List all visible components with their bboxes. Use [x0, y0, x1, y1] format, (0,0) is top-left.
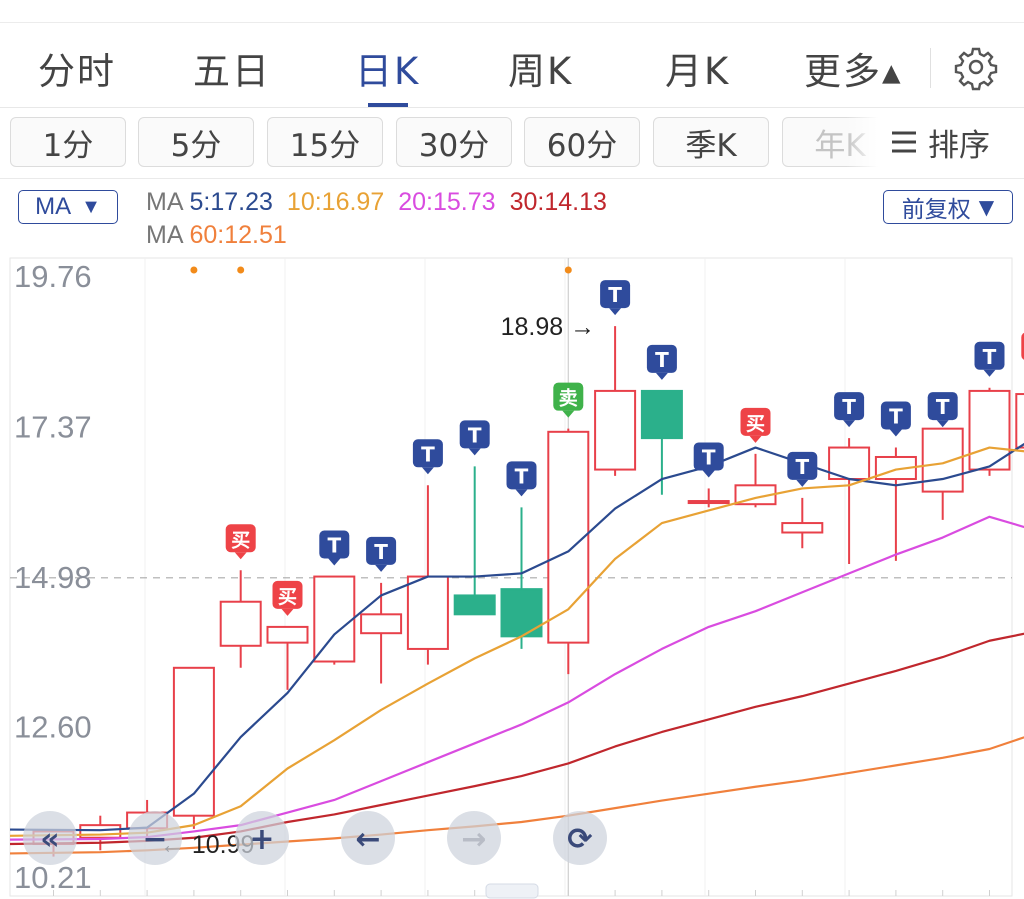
rotate-icon: ⟳ — [567, 822, 592, 857]
marker-label: T — [608, 283, 622, 307]
marker-label: T — [889, 405, 903, 429]
marker-label: 买 — [278, 586, 297, 608]
candle-body — [406, 575, 449, 650]
candle-body — [1015, 393, 1024, 449]
marker-label: T — [983, 345, 997, 369]
marker-label: T — [468, 423, 482, 447]
candle-body — [453, 594, 496, 616]
chart-frame — [9, 257, 1013, 897]
candle-body — [360, 613, 403, 635]
y-tick-label: 12.60 — [14, 710, 92, 745]
y-tick-label: 14.98 — [14, 560, 92, 595]
marker-label: T — [421, 442, 435, 466]
double-chevron-left-icon: « — [40, 822, 59, 857]
candle-body — [219, 600, 262, 647]
marker-label: 卖 — [559, 388, 578, 410]
candle-body — [594, 389, 637, 471]
marker-label: T — [702, 445, 716, 469]
event-dot — [237, 266, 245, 274]
marker-label: T — [515, 464, 529, 488]
candle-body — [313, 575, 356, 663]
marker-label: 买 — [746, 413, 765, 435]
marker-label: T — [655, 348, 669, 372]
drag-handle — [485, 883, 539, 899]
minus-icon: − — [142, 822, 167, 857]
zoom-out-button[interactable]: − — [128, 811, 182, 865]
arrow-left-icon: ← — [355, 822, 380, 857]
candle-body — [781, 522, 824, 534]
marker-label: 买 — [231, 529, 250, 551]
rotate-button[interactable]: ⟳ — [553, 811, 607, 865]
candle-body — [687, 500, 730, 505]
arrow-right-icon: → — [461, 822, 486, 857]
y-tick-label: 19.76 — [14, 259, 92, 294]
y-tick-label: 17.37 — [14, 409, 92, 444]
event-dot — [564, 266, 572, 274]
zoom-in-button[interactable]: + — [235, 811, 289, 865]
marker-label: T — [795, 455, 809, 479]
max-price-label: 18.98 → — [501, 313, 596, 341]
candle — [1015, 393, 1024, 449]
marker-label: T — [327, 534, 341, 558]
marker-label: T — [936, 395, 950, 419]
left-button[interactable]: ← — [341, 811, 395, 865]
candle — [968, 387, 1011, 476]
candle-body — [921, 427, 964, 493]
candle-body — [266, 625, 309, 644]
rewind-button[interactable]: « — [23, 811, 77, 865]
y-tick-label: 10.21 — [14, 860, 92, 895]
marker-label: T — [842, 395, 856, 419]
candle-body — [640, 389, 683, 440]
event-dot — [190, 266, 198, 274]
right-button[interactable]: → — [447, 811, 501, 865]
marker-label: T — [374, 540, 388, 564]
kline-chart[interactable]: 19.7617.3714.9812.6010.21买买T TTTT卖TTT买TT T… — [0, 0, 1024, 899]
plus-icon: + — [249, 822, 274, 857]
